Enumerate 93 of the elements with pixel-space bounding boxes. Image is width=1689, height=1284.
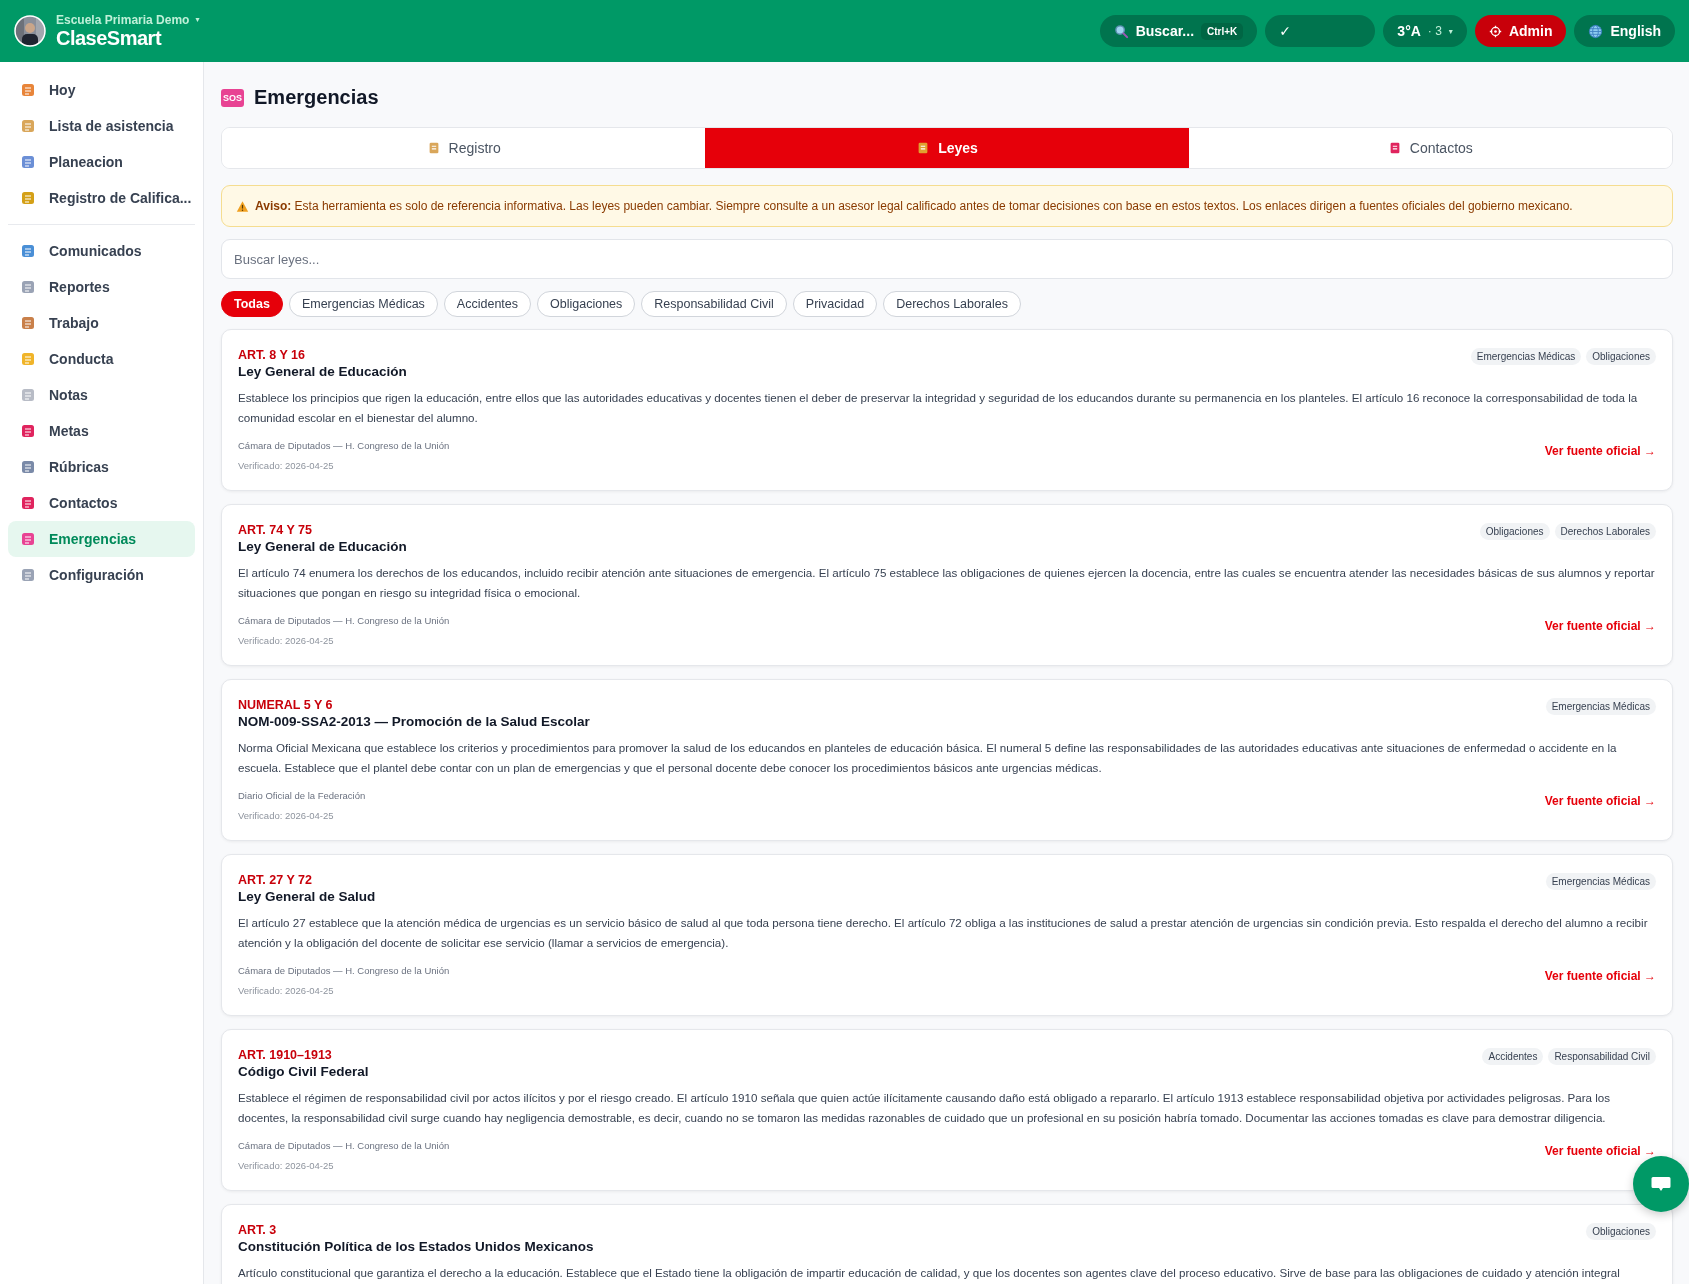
verified-date: Verificado: 2026-04-25 — [238, 635, 335, 646]
class-selector[interactable]: 3°A · 3 ▾ — [1383, 15, 1467, 47]
page-title: Emergencias — [254, 86, 379, 109]
article-label: NUMERAL 5 Y 6 — [238, 698, 334, 712]
menu-item-icon — [20, 423, 36, 439]
nav-item[interactable]: Comunicados — [8, 233, 195, 269]
source-text: Cámara de Diputados — H. Congreso de la Unión — [238, 1140, 450, 1151]
menu-item-icon — [20, 495, 36, 511]
article-label: ART. 8 Y 16 — [238, 348, 306, 362]
article-label: ART. 1910–1913 — [238, 1048, 333, 1062]
law-title: Ley General de Educación — [238, 539, 407, 554]
verified-date: Verificado: 2026-04-25 — [238, 810, 335, 821]
article-label: ART. 27 Y 72 — [238, 873, 313, 887]
language-button[interactable]: English — [1574, 15, 1675, 47]
law-title: Constitución Política de los Estados Unidos Mexicanos — [238, 1239, 594, 1254]
status-button[interactable]: ✓ — [1265, 15, 1376, 47]
menu-item-icon — [20, 82, 36, 98]
law-title: Código Civil Federal — [238, 1064, 369, 1079]
category-tag: Accidentes — [1482, 1048, 1544, 1065]
nav-item[interactable]: Registro de Califica... — [8, 180, 195, 216]
official-source-link[interactable]: Ver fuente oficial → — [1544, 794, 1656, 808]
warning-icon — [236, 199, 249, 213]
nav-item[interactable]: Notas — [8, 377, 195, 413]
article-label: ART. 3 — [238, 1223, 278, 1237]
tab[interactable]: Leyes — [705, 128, 1189, 168]
warning-text: Aviso: Esta herramienta es solo de referencia informativa. Las leyes pueden cambiar. Siempre consulte a un asesor legal calificado antes de tomar decisiones con base en estos textos. Los enlaces dirigen a fuentes oficiales del gobierno mexicano. — [255, 199, 1573, 213]
nav-item[interactable]: Emergencias — [8, 521, 195, 557]
nav-item[interactable]: Rúbricas — [8, 449, 195, 485]
category-tag: Obligaciones — [1479, 523, 1550, 540]
filter-chip[interactable]: Accidentes — [443, 291, 531, 317]
official-source-link[interactable]: Ver fuente oficial → — [1544, 444, 1656, 458]
nav-item[interactable]: Lista de asistencia — [8, 108, 195, 144]
law-title: NOM-009-SSA2-2013 — Promoción de la Salud Escolar — [238, 714, 590, 729]
nav-item[interactable]: Hoy — [8, 72, 195, 108]
category-tag: Emergencias Médicas — [1545, 698, 1656, 715]
menu-item-icon — [20, 315, 36, 331]
category-tag: Obligaciones — [1586, 348, 1656, 365]
law-description: Establece los principios que rigen la educación, entre ellos que las autoridades educativas y docentes tienen el deber de preservar la integridad y seguridad de los educandos durante su permanencia en los planteles. El artículo 16 reconoce la corresponsabilidad de toda la comunidad escolar en el bienestar del alumno. — [238, 390, 1639, 426]
category-tag: Derechos Laborales — [1554, 523, 1656, 540]
category-tag: Emergencias Médicas — [1545, 873, 1656, 890]
nav-item[interactable]: Reportes — [8, 269, 195, 305]
nav-item[interactable]: Configuración — [8, 557, 195, 593]
official-source-link[interactable]: Ver fuente oficial → — [1544, 619, 1656, 633]
menu-item-icon — [20, 531, 36, 547]
law-description: El artículo 74 enumera los derechos de los educandos, incluido recibir atención ante situaciones de emergencia. El artículo 75 establece las obligaciones de quienes ejercen la docencia, entre las cuales se encuentra atender las necesidades básicas de sus alumnos y reportar situaciones que pongan en riesgo su integridad física o emocional. — [238, 565, 1656, 601]
law-title: Ley General de Salud — [238, 889, 376, 904]
shortcut-hint: Ctrl+K — [1201, 22, 1244, 40]
category-tag: Emergencias Médicas — [1470, 348, 1582, 365]
official-source-link[interactable]: Ver fuente oficial → — [1544, 969, 1656, 983]
filter-chip[interactable]: Obligaciones — [537, 291, 636, 317]
menu-item-icon — [20, 351, 36, 367]
menu-item-icon — [20, 243, 36, 259]
source-text: Cámara de Diputados — H. Congreso de la Unión — [238, 440, 450, 451]
filter-chip[interactable]: Privacidad — [792, 291, 878, 317]
category-tag: Obligaciones — [1586, 1223, 1656, 1240]
article-label: ART. 74 Y 75 — [238, 523, 313, 537]
official-source-link[interactable]: Ver fuente oficial → — [1544, 1144, 1656, 1158]
source-text: Diario Oficial de la Federación — [238, 790, 366, 801]
law-description: Norma Oficial Mexicana que establece los criterios y procedimientos para promover la salud de los educandos en planteles de educación básica. El numeral 5 define las responsabilidades de las autoridades educativas ante situaciones de enfermedad o accidente en la escuela. Establece que el plantel debe contar con un plan de emergencias y que el personal docente debe conocer los procedimientos básicos ante urgencias médicas. — [238, 740, 1618, 776]
nav-item[interactable]: Planeacion — [8, 144, 195, 180]
law-description: Artículo constitucional que garantiza el derecho a la educación. Establece que el Estado tiene la obligación de impartir educación de calidad, y que los docentes son agentes clave del proceso educativo. Sirve de base para las obligaciones de cuidado y atención integral — [238, 1265, 1621, 1281]
filter-chip[interactable]: Todas — [221, 291, 283, 317]
app-logo: ClaseSmart — [56, 26, 163, 50]
menu-item-icon — [20, 567, 36, 583]
law-description: El artículo 27 establece que la atención médica de urgencias es un servicio básico de salud al que toda persona tiene derecho. El artículo 72 obliga a las instituciones de salud a prestar atención de urgencias sin condición previa. Esto respalda el derecho del alumno a recibir atención y la obligación del docente de solicitar ese servicio (llamar a servicios de emergencia). — [238, 915, 1649, 951]
law-title: Ley General de Educación — [238, 364, 407, 379]
menu-item-icon — [20, 387, 36, 403]
verified-date: Verificado: 2026-04-25 — [238, 1160, 335, 1171]
verified-date: Verificado: 2026-04-25 — [238, 985, 335, 996]
law-description: Establece el régimen de responsabilidad civil por actos ilícitos y por el riesgo creado. El artículo 1910 señala que quien actúe ilícitamente causando daño está obligado a repararlo. El artículo 1913 establece responsabilidad objetiva por actividades peligrosas. Para los docentes, la responsabilidad civil surge cuando hay negligencia demostrable, es decir, cuando no se tomaron las medidas razonables de cuidado que un profesional en su posición habría tomado. Documentar las acciones tomadas es clave para demostrar diligencia. — [238, 1090, 1612, 1126]
admin-button[interactable]: Admin — [1474, 15, 1567, 47]
search-button[interactable]: Buscar... Ctrl+K — [1099, 15, 1258, 47]
filter-chip[interactable]: Emergencias Médicas — [288, 291, 438, 317]
filter-chip[interactable]: Derechos Laborales — [883, 291, 1022, 317]
nav-item[interactable]: Contactos — [8, 485, 195, 521]
sos-icon: SOS — [221, 88, 244, 107]
nav-item[interactable]: Conducta — [8, 341, 195, 377]
menu-item-icon — [20, 459, 36, 475]
search-icon — [1113, 23, 1129, 39]
globe-icon — [1588, 23, 1604, 39]
menu-item-icon — [20, 279, 36, 295]
source-text: Cámara de Diputados — H. Congreso de la Unión — [238, 615, 450, 626]
menu-item-icon — [20, 118, 36, 134]
filter-chip[interactable]: Responsabilidad Civil — [641, 291, 787, 317]
category-tag: Responsabilidad Civil — [1548, 1048, 1656, 1065]
menu-item-icon — [20, 154, 36, 170]
nav-item[interactable]: Metas — [8, 413, 195, 449]
chat-button[interactable] — [1633, 1156, 1689, 1212]
menu-item-icon — [20, 190, 36, 206]
source-text: Cámara de Diputados — H. Congreso de la Unión — [238, 965, 450, 976]
verified-date: Verificado: 2026-04-25 — [238, 460, 335, 471]
nav-item[interactable]: Trabajo — [8, 305, 195, 341]
search-field[interactable]: Buscar leyes... — [221, 239, 1673, 279]
